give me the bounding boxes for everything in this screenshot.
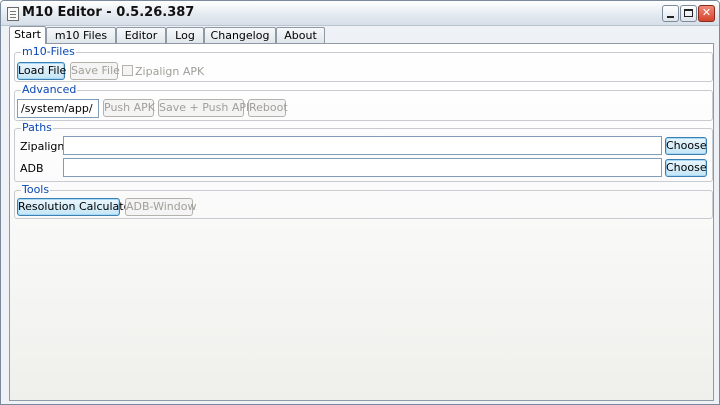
tools-group: Tools Resolution Calculator ADB-Window — [14, 183, 713, 219]
maximize-button[interactable] — [680, 5, 697, 22]
close-icon: ✕ — [701, 6, 712, 19]
document-icon — [7, 7, 19, 21]
tab-editor[interactable]: Editor — [116, 27, 166, 43]
zipalign-apk-checkbox[interactable] — [122, 65, 133, 76]
minimize-button[interactable] — [662, 5, 679, 22]
tab-log[interactable]: Log — [166, 27, 204, 43]
m10-files-group: m10-Files Load File Save File Zipalign A… — [14, 45, 713, 82]
adb-window-button[interactable]: ADB-Window — [125, 198, 196, 216]
app-window: M10 Editor - 0.5.26.387 ✕ Start m10 File… — [0, 0, 720, 405]
save-file-button[interactable]: Save File — [70, 62, 120, 80]
close-button[interactable]: ✕ — [698, 5, 715, 22]
maximize-icon — [684, 9, 693, 17]
reboot-button[interactable]: Reboot — [248, 99, 288, 117]
resolution-calculator-button[interactable]: Resolution Calculator — [17, 198, 135, 216]
system-path-input[interactable]: /system/app/ — [17, 99, 99, 118]
paths-group: Paths Zipalign Choose ADB Choose — [14, 121, 713, 182]
zipalign-choose-button[interactable]: Choose — [665, 137, 707, 155]
minimize-icon — [667, 16, 674, 18]
load-file-button[interactable]: Load File — [17, 62, 66, 80]
push-apk-button[interactable]: Push APK — [103, 99, 155, 117]
advanced-group-title: Advanced — [21, 83, 78, 96]
paths-group-title: Paths — [21, 121, 53, 134]
zipalign-apk-label: Zipalign APK — [135, 65, 205, 78]
adb-choose-button[interactable]: Choose — [665, 159, 707, 177]
adb-path-input[interactable] — [63, 158, 662, 177]
tab-changelog[interactable]: Changelog — [204, 27, 276, 43]
tab-m10-files[interactable]: m10 Files — [46, 27, 116, 43]
adb-path-label: ADB — [20, 162, 44, 175]
tools-group-title: Tools — [21, 183, 51, 196]
zipalign-path-label: Zipalign — [20, 140, 65, 153]
zipalign-path-input[interactable] — [63, 136, 662, 155]
title-bar[interactable]: M10 Editor - 0.5.26.387 ✕ — [1, 1, 719, 26]
m10-files-group-title: m10-Files — [21, 45, 76, 58]
tab-start[interactable]: Start — [9, 26, 46, 44]
save-push-apk-button[interactable]: Save + Push APK — [158, 99, 253, 117]
window-title: M10 Editor - 0.5.26.387 — [22, 5, 195, 20]
start-tab-panel: m10-Files Load File Save File Zipalign A… — [9, 43, 714, 401]
tab-about[interactable]: About — [276, 27, 325, 43]
tab-bar: Start m10 Files Editor Log Changelog Abo… — [9, 26, 709, 44]
advanced-group: Advanced /system/app/ Push APK Save + Pu… — [14, 83, 713, 121]
